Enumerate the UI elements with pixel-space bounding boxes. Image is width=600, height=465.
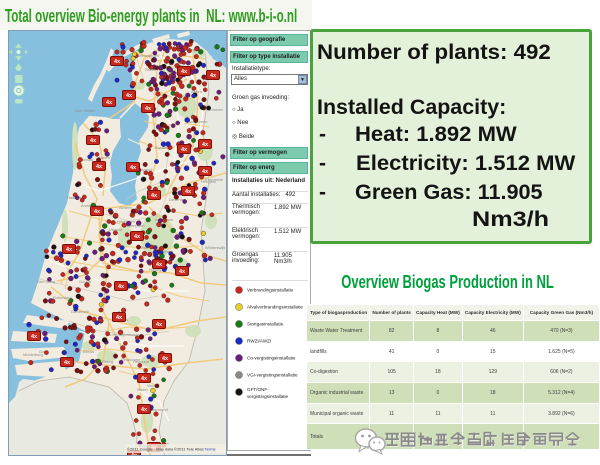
- svg-text:4x: 4x: [181, 147, 188, 153]
- svg-text:Almere: Almere: [119, 205, 132, 210]
- svg-text:4x: 4x: [96, 164, 103, 170]
- svg-text:Den Haag: Den Haag: [37, 279, 55, 284]
- svg-text:Winterswijk: Winterswijk: [205, 245, 225, 250]
- svg-text:Co-vergistingsinstallatie: Co-vergistingsinstallatie: [247, 356, 296, 361]
- svg-text:4x: 4x: [141, 407, 148, 413]
- svg-text:4x: 4x: [94, 209, 101, 215]
- svg-text:s-Hertogenbosch: s-Hertogenbosch: [109, 332, 139, 337]
- svg-text:4x: 4x: [130, 165, 137, 171]
- svg-text:4x: 4x: [141, 376, 148, 382]
- svg-text:GFT/ONF-: GFT/ONF-: [247, 387, 269, 392]
- svg-text:4x: 4x: [114, 59, 121, 65]
- svg-text:4x: 4x: [185, 189, 192, 195]
- svg-text:Verbrandingsinstallatie: Verbrandingsinstallatie: [247, 288, 294, 293]
- svg-text:VGI-vergistingsinstallatie: VGI-vergistingsinstallatie: [247, 373, 298, 378]
- svg-text:©2011 Google - Map data ©2011: ©2011 Google - Map data ©2011 Tele Atlas…: [127, 447, 216, 452]
- svg-text:Breda: Breda: [83, 349, 94, 354]
- svg-text:Helmond: Helmond: [133, 359, 149, 364]
- svg-text:4x: 4x: [162, 356, 169, 362]
- svg-text:Hengelo: Hengelo: [201, 179, 217, 184]
- svg-text:Stortgasinstallatie: Stortgasinstallatie: [247, 322, 284, 327]
- svg-text:4x: 4x: [210, 73, 217, 79]
- svg-text:Afvalverbrandingsinstallatie: Afvalverbrandingsinstallatie: [247, 305, 303, 310]
- svg-text:Den Helder: Den Helder: [75, 108, 96, 113]
- svg-text:4x: 4x: [131, 453, 138, 455]
- svg-text:Tilburg: Tilburg: [101, 359, 113, 364]
- svg-text:4x: 4x: [134, 234, 141, 240]
- svg-text:4x: 4x: [118, 284, 125, 290]
- svg-text:Weert: Weert: [137, 387, 148, 392]
- svg-text:4x: 4x: [202, 169, 209, 175]
- svg-text:RWZI/AWZI: RWZI/AWZI: [247, 339, 271, 344]
- svg-text:4x: 4x: [156, 262, 163, 268]
- svg-text:4x: 4x: [31, 334, 38, 340]
- svg-text:4x: 4x: [106, 100, 113, 106]
- svg-text:4x: 4x: [181, 69, 188, 75]
- svg-text:vergistingsinstallatie: vergistingsinstallatie: [247, 394, 289, 399]
- svg-text:4x: 4x: [179, 269, 186, 275]
- svg-text:4x: 4x: [156, 322, 163, 328]
- svg-text:4x: 4x: [66, 247, 73, 253]
- svg-text:4x: 4x: [202, 142, 209, 148]
- svg-text:4x: 4x: [90, 138, 97, 144]
- svg-text:4x: 4x: [126, 93, 133, 99]
- svg-text:Emmen: Emmen: [209, 107, 223, 112]
- svg-text:4x: 4x: [116, 315, 123, 321]
- svg-text:4x: 4x: [64, 360, 71, 366]
- svg-text:4x: 4x: [145, 106, 152, 112]
- svg-text:4x: 4x: [151, 193, 158, 199]
